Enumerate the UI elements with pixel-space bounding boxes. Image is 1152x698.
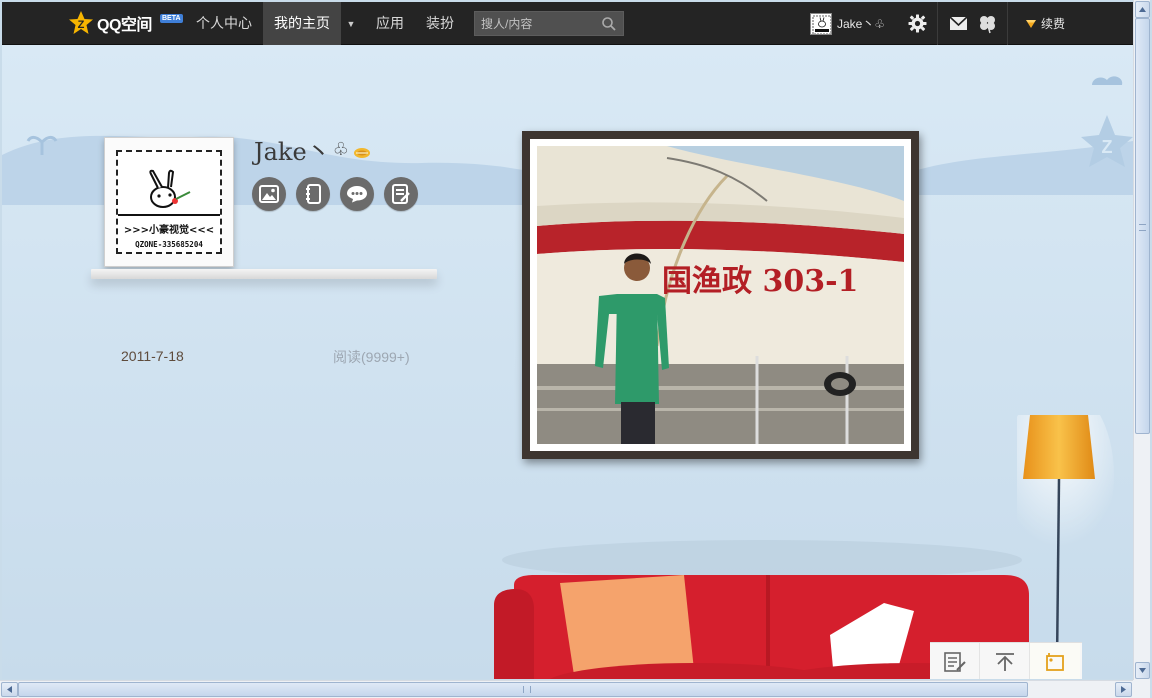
diary-button[interactable] <box>296 177 330 211</box>
photo-album-button[interactable] <box>252 177 286 211</box>
beta-badge: BETA <box>160 14 183 23</box>
svg-text:Z: Z <box>78 19 85 31</box>
avatar-caption-2: QZONE-335685204 <box>135 240 203 249</box>
profile-avatar-frame[interactable]: >>>小豪视觉<<< QZONE-335685204 <box>104 137 234 267</box>
chevron-down-icon[interactable]: ▼ <box>341 2 361 45</box>
vertical-scrollbar[interactable] <box>1133 0 1150 680</box>
profile-name-suffix: ♧ <box>332 139 349 160</box>
renew-button[interactable]: 续费 <box>1025 2 1065 45</box>
scroll-left-arrow-icon[interactable] <box>1 682 18 697</box>
diamond-icon <box>1026 19 1036 28</box>
nav-item-my-homepage[interactable]: 我的主页 <box>263 2 341 45</box>
photo-icon <box>259 185 279 203</box>
write-post-button[interactable] <box>930 643 980 679</box>
profile-name: Jake丶 ♧ <box>254 132 371 167</box>
rabbit-avatar-icon: >>>小豪视觉<<< QZONE-335685204 <box>118 169 220 249</box>
floating-toolbar <box>930 642 1082 679</box>
post-icon <box>392 184 410 204</box>
scroll-right-arrow-icon[interactable] <box>1115 682 1132 697</box>
vip-badge-icon[interactable] <box>353 147 371 159</box>
logo-text: QQ空间 <box>97 17 152 34</box>
decorate-tag-button[interactable] <box>1030 643 1080 679</box>
photo-mat: 国渔政 303-1 <box>530 139 911 451</box>
post-date: 2011-7-18 <box>121 348 184 364</box>
back-to-top-button[interactable] <box>980 643 1030 679</box>
nav-item-personal-center[interactable]: 个人中心 <box>185 2 263 45</box>
mail-icon[interactable] <box>948 13 969 34</box>
profile-name-text: Jake丶 <box>254 138 331 166</box>
clover-icon[interactable] <box>977 13 998 34</box>
featured-photo: 国渔政 303-1 <box>537 146 904 444</box>
featured-photo-frame[interactable]: 国渔政 303-1 <box>522 131 919 459</box>
horizontal-scroll-thumb[interactable] <box>18 682 1028 697</box>
shuoshuo-button[interactable] <box>384 177 418 211</box>
horizontal-scrollbar[interactable] <box>0 680 1150 698</box>
top-navigation-bar: Z QQ空间 BETA 个人中心 我的主页 ▼ 应用 装扮 Jake丶♧ <box>2 2 1133 45</box>
avatar-image: >>>小豪视觉<<< QZONE-335685204 <box>116 150 222 254</box>
message-board-button[interactable] <box>340 177 374 211</box>
message-icon <box>347 186 367 203</box>
read-count-link[interactable]: 阅读(9999+) <box>333 347 410 367</box>
back-to-top-icon <box>995 652 1014 671</box>
shelf <box>91 269 437 279</box>
search-input[interactable] <box>475 12 597 35</box>
user-name[interactable]: Jake丶♧ <box>837 15 885 32</box>
vertical-scroll-thumb[interactable] <box>1135 18 1150 434</box>
qzone-star-icon: Z <box>69 11 93 34</box>
svg-text:Z: Z <box>1102 137 1113 157</box>
boat-text: 国渔政 303-1 <box>662 264 858 299</box>
search-box <box>474 11 624 36</box>
rabbit-avatar-icon <box>812 15 831 34</box>
boat-photo-image: 国渔政 303-1 <box>537 146 904 444</box>
scroll-down-arrow-icon[interactable] <box>1135 662 1150 679</box>
renew-label: 续费 <box>1041 17 1066 31</box>
edit-list-icon <box>943 651 966 672</box>
quick-icon-row <box>252 177 418 211</box>
avatar-caption-1: >>>小豪视觉<<< <box>124 223 214 236</box>
nav-item-apps[interactable]: 应用 <box>365 2 415 45</box>
tag-icon <box>1046 652 1064 671</box>
scrollbar-corner <box>1133 680 1150 698</box>
nav-item-decorate[interactable]: 装扮 <box>415 2 465 45</box>
user-menu[interactable]: Jake丶♧ <box>810 2 885 45</box>
scroll-up-arrow-icon[interactable] <box>1135 1 1150 18</box>
diary-icon <box>306 184 321 204</box>
gear-icon[interactable] <box>907 13 928 34</box>
search-icon[interactable] <box>601 16 617 32</box>
qzone-logo[interactable]: Z QQ空间 BETA <box>68 10 183 36</box>
avatar[interactable] <box>810 12 832 35</box>
homepage-stage: Z >>>小豪视觉<<< QZONE-335685204 Jake丶 ♧ 201… <box>2 45 1133 679</box>
main-nav: 个人中心 我的主页 ▼ 应用 装扮 <box>185 2 465 45</box>
